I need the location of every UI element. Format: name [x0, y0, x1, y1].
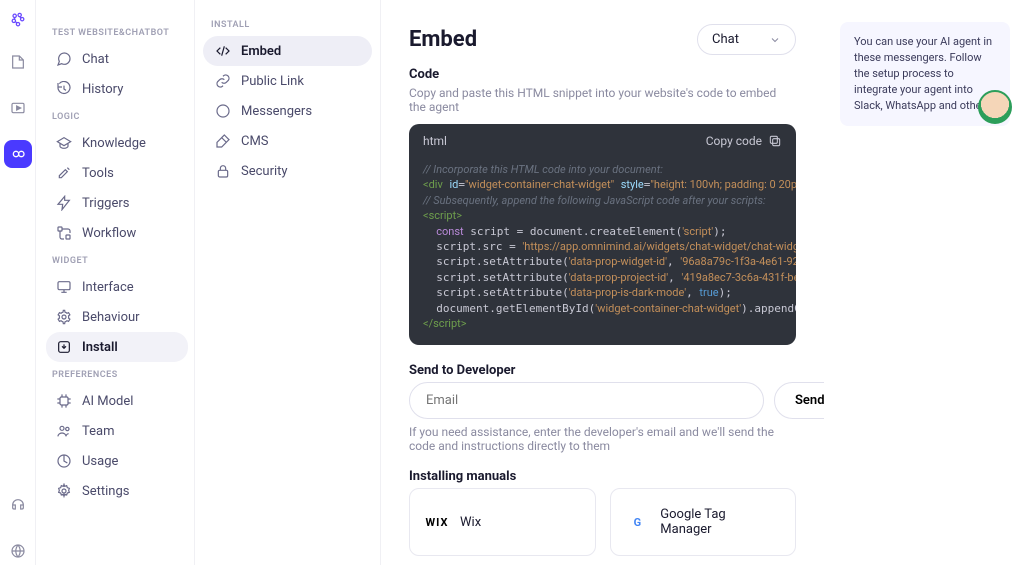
install-item-label: CMS — [241, 134, 269, 149]
manual-card-gtm[interactable]: G Google Tag Manager — [610, 488, 797, 556]
code-snippet-box: html Copy code // Incorporate this HTML … — [409, 124, 796, 345]
workflow-icon — [56, 225, 72, 241]
rail-item-3[interactable] — [4, 140, 32, 168]
sidebar-item-label: Tools — [82, 166, 114, 181]
sidebar-item-label: Behaviour — [82, 310, 140, 325]
cms-icon — [215, 133, 231, 149]
knowledge-icon — [56, 135, 72, 151]
tools-icon — [56, 165, 72, 181]
wix-icon: WIX — [426, 511, 448, 533]
install-item-publiclink[interactable]: Public Link — [203, 66, 372, 96]
page-title: Embed — [409, 27, 477, 52]
google-icon: G — [627, 511, 649, 533]
behaviour-icon — [56, 309, 72, 325]
install-section-label: INSTALL — [211, 20, 364, 30]
messenger-icon — [215, 103, 231, 119]
sidebar-item-label: Usage — [82, 454, 118, 469]
code-subtext: Copy and paste this HTML snippet into yo… — [409, 86, 796, 114]
rail-item-1[interactable] — [4, 48, 32, 76]
install-item-messengers[interactable]: Messengers — [203, 96, 372, 126]
code-snippet-content: // Incorporate this HTML code into your … — [409, 158, 796, 345]
sidebar-item-label: History — [82, 82, 123, 97]
copy-label: Copy code — [706, 134, 762, 148]
widget-selector-value: Chat — [712, 32, 739, 47]
sidebar-item-team[interactable]: Team — [46, 416, 188, 446]
app-logo — [8, 10, 28, 30]
sidebar-item-label: Team — [82, 424, 115, 439]
sidebar-item-settings[interactable]: Settings — [46, 476, 188, 506]
nav-sidebar: TEST WEBSITE&CHATBOT Chat History LOGIC … — [36, 0, 194, 565]
install-item-label: Security — [241, 164, 288, 179]
main-content: Embed Chat Code Copy and paste this HTML… — [380, 0, 824, 565]
nav-section-label: PREFERENCES — [52, 370, 182, 380]
team-icon — [56, 423, 72, 439]
icon-rail — [0, 0, 36, 565]
nav-section-label: LOGIC — [52, 112, 182, 122]
sidebar-item-tools[interactable]: Tools — [46, 158, 188, 188]
sidebar-item-chat[interactable]: Chat — [46, 44, 188, 74]
interface-icon — [56, 279, 72, 295]
code-icon — [215, 43, 231, 59]
link-icon — [215, 73, 231, 89]
chevron-down-icon — [769, 34, 781, 46]
send-help-text: If you need assistance, enter the develo… — [409, 425, 796, 453]
sidebar-item-install[interactable]: Install — [46, 332, 188, 362]
nav-section-label: TEST WEBSITE&CHATBOT — [52, 28, 182, 38]
send-heading: Send to Developer — [409, 363, 796, 378]
sidebar-item-workflow[interactable]: Workflow — [46, 218, 188, 248]
install-item-security[interactable]: Security — [203, 156, 372, 186]
install-item-embed[interactable]: Embed — [203, 36, 372, 66]
right-pane: You can use your AI agent in these messe… — [824, 0, 1024, 565]
sidebar-item-label: AI Model — [82, 394, 133, 409]
history-icon — [56, 81, 72, 97]
sidebar-item-label: Interface — [82, 280, 134, 295]
chat-icon — [56, 51, 72, 67]
sidebar-item-behaviour[interactable]: Behaviour — [46, 302, 188, 332]
sidebar-item-label: Workflow — [82, 226, 136, 241]
sidebar-item-knowledge[interactable]: Knowledge — [46, 128, 188, 158]
sidebar-item-aimodel[interactable]: AI Model — [46, 386, 188, 416]
install-submenu: INSTALL Embed Public Link Messengers CMS… — [194, 0, 380, 565]
install-icon — [56, 339, 72, 355]
assistant-avatar[interactable] — [978, 90, 1012, 124]
send-button[interactable]: Send — [774, 382, 824, 419]
nav-section-label: WIDGET — [52, 256, 182, 266]
sidebar-item-usage[interactable]: Usage — [46, 446, 188, 476]
install-item-label: Public Link — [241, 74, 304, 89]
triggers-icon — [56, 195, 72, 211]
manual-card-label: Google Tag Manager — [660, 507, 779, 537]
copy-icon — [768, 134, 782, 148]
sidebar-item-triggers[interactable]: Triggers — [46, 188, 188, 218]
code-lang-label: html — [423, 134, 447, 148]
lock-icon — [215, 163, 231, 179]
copy-code-button[interactable]: Copy code — [706, 134, 782, 148]
manual-card-label: Wix — [460, 515, 481, 530]
install-item-label: Embed — [241, 44, 281, 59]
ai-icon — [56, 393, 72, 409]
usage-icon — [56, 453, 72, 469]
rail-globe-icon[interactable] — [4, 537, 32, 565]
install-item-cms[interactable]: CMS — [203, 126, 372, 156]
gear-icon — [56, 483, 72, 499]
sidebar-item-label: Knowledge — [82, 136, 146, 151]
widget-selector[interactable]: Chat — [697, 24, 796, 55]
sidebar-item-interface[interactable]: Interface — [46, 272, 188, 302]
developer-email-input[interactable] — [409, 382, 764, 419]
manual-card-wix[interactable]: WIX Wix — [409, 488, 596, 556]
rail-item-2[interactable] — [4, 94, 32, 122]
sidebar-item-label: Triggers — [82, 196, 129, 211]
sidebar-item-history[interactable]: History — [46, 74, 188, 104]
code-heading: Code — [409, 67, 796, 82]
rail-support-icon[interactable] — [4, 491, 32, 519]
sidebar-item-label: Install — [82, 340, 118, 355]
sidebar-item-label: Settings — [82, 484, 129, 499]
manuals-heading: Installing manuals — [409, 469, 796, 484]
install-item-label: Messengers — [241, 104, 312, 119]
sidebar-item-label: Chat — [82, 52, 109, 67]
